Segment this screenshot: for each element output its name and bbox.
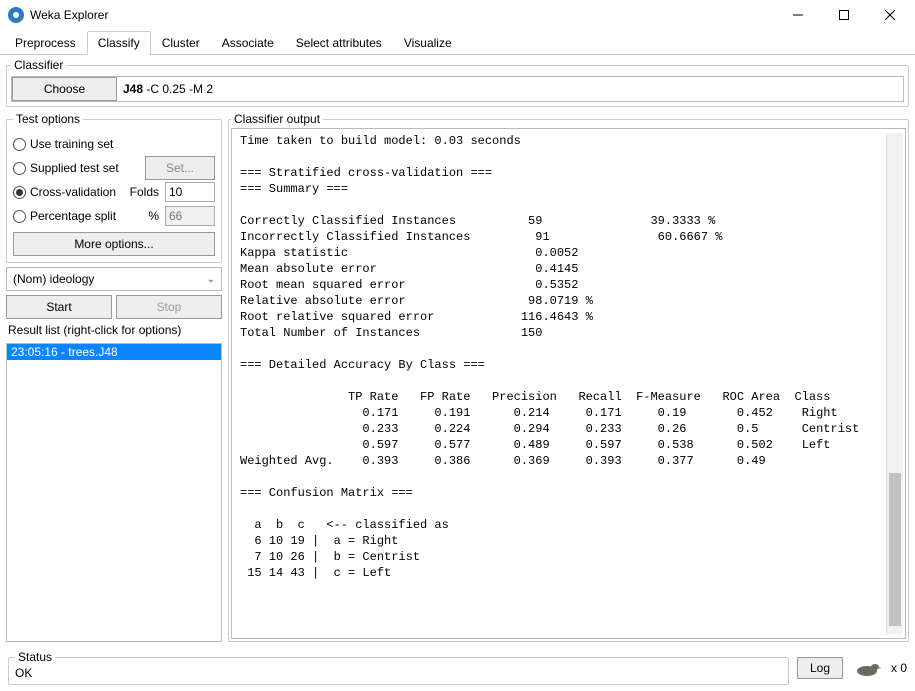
class-attribute-select[interactable]: (Nom) ideology ⌄ — [6, 267, 222, 291]
start-button[interactable]: Start — [6, 295, 112, 319]
test-options-legend: Test options — [13, 112, 83, 126]
app-icon — [8, 7, 24, 23]
window-controls — [775, 0, 913, 30]
tab-associate[interactable]: Associate — [211, 31, 285, 55]
result-list-label: Result list (right-click for options) — [6, 323, 222, 339]
folds-input[interactable] — [165, 182, 215, 202]
output-wrapper: Time taken to build model: 0.03 seconds … — [231, 128, 906, 639]
percent-input — [165, 206, 215, 226]
status-group: Status OK — [8, 650, 789, 685]
classifier-args: -C 0.25 -M 2 — [143, 82, 213, 96]
label-percentage-split: Percentage split — [30, 209, 125, 223]
classifier-text[interactable]: J48 -C 0.25 -M 2 — [117, 82, 213, 96]
radio-cross-validation[interactable] — [13, 186, 26, 199]
status-bar: Status OK Log x 0 — [0, 646, 915, 691]
stop-button: Stop — [116, 295, 222, 319]
test-options-group: Test options Use training set Supplied t… — [6, 112, 222, 263]
class-attribute-value: (Nom) ideology — [13, 272, 94, 286]
classifier-row[interactable]: Choose J48 -C 0.25 -M 2 — [11, 76, 904, 102]
activity-count: x 0 — [891, 661, 907, 675]
title-bar: Weka Explorer — [0, 0, 915, 30]
vertical-scrollbar[interactable] — [886, 133, 903, 634]
chevron-down-icon: ⌄ — [207, 274, 215, 285]
tab-visualize[interactable]: Visualize — [393, 31, 463, 55]
classifier-output-group: Classifier output Time taken to build mo… — [228, 112, 909, 642]
scrollbar-thumb[interactable] — [889, 473, 901, 626]
classifier-output-text[interactable]: Time taken to build model: 0.03 seconds … — [240, 133, 886, 634]
tab-cluster[interactable]: Cluster — [151, 31, 211, 55]
radio-training-set[interactable] — [13, 138, 26, 151]
tab-preprocess[interactable]: Preprocess — [4, 31, 87, 55]
classifier-name: J48 — [123, 82, 143, 96]
label-training-set: Use training set — [30, 137, 215, 151]
weka-bird-icon[interactable] — [851, 659, 883, 677]
result-list-item[interactable]: 23:05:16 - trees.J48 — [7, 344, 221, 360]
radio-supplied-test-set[interactable] — [13, 162, 26, 175]
close-button[interactable] — [867, 0, 913, 30]
tab-strip: Preprocess Classify Cluster Associate Se… — [0, 30, 915, 55]
choose-button[interactable]: Choose — [12, 77, 117, 101]
classifier-group: Classifier Choose J48 -C 0.25 -M 2 — [6, 58, 909, 107]
tab-select-attributes[interactable]: Select attributes — [285, 31, 393, 55]
label-cross-validation: Cross-validation — [30, 185, 125, 199]
folds-label: Folds — [129, 185, 159, 199]
classifier-output-legend: Classifier output — [231, 112, 323, 126]
status-legend: Status — [15, 650, 55, 664]
set-button[interactable]: Set... — [145, 156, 215, 180]
more-options-button[interactable]: More options... — [13, 232, 215, 256]
minimize-button[interactable] — [775, 0, 821, 30]
tab-classify[interactable]: Classify — [87, 31, 151, 55]
log-button[interactable]: Log — [797, 657, 843, 679]
result-list[interactable]: 23:05:16 - trees.J48 — [6, 343, 222, 642]
window-title: Weka Explorer — [30, 8, 775, 22]
percent-label: % — [129, 209, 159, 223]
status-text: OK — [15, 666, 782, 680]
label-supplied-test-set: Supplied test set — [30, 161, 141, 175]
maximize-button[interactable] — [821, 0, 867, 30]
classifier-legend: Classifier — [11, 58, 66, 72]
radio-percentage-split[interactable] — [13, 210, 26, 223]
